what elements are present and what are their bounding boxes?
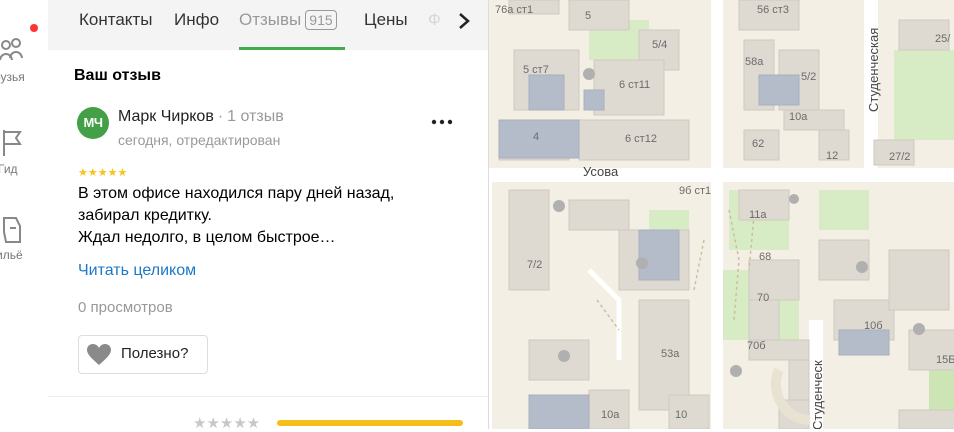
author-name[interactable]: Марк Чирков bbox=[118, 108, 214, 125]
reviews-count-badge: 915 bbox=[305, 10, 337, 30]
map-label: 10а bbox=[789, 111, 808, 123]
sidebar-item-label: ильё bbox=[0, 248, 23, 262]
map-label: 5 bbox=[585, 10, 592, 22]
section-title: Ваш отзыв bbox=[74, 67, 161, 84]
avatar[interactable]: МЧ bbox=[77, 107, 109, 139]
tab-reviews[interactable]: Отзывы 915 bbox=[239, 10, 337, 30]
review-text: В этом офисе находился пару дней назад, … bbox=[78, 183, 458, 249]
sidebar-item-label: Гид bbox=[0, 162, 18, 176]
street-label-studencheskaya: Студенческ bbox=[810, 360, 825, 429]
friends-icon bbox=[0, 38, 23, 61]
flag-icon bbox=[3, 130, 22, 156]
tab-prices[interactable]: Цены bbox=[364, 10, 408, 30]
sidebar-item-housing[interactable]: ильё bbox=[0, 214, 48, 274]
rating-bar bbox=[277, 420, 463, 426]
useful-label: Полезно? bbox=[121, 345, 189, 362]
map-label: 70 bbox=[757, 292, 770, 304]
map-label: 58а bbox=[745, 56, 764, 68]
tab-contacts[interactable]: Контакты bbox=[79, 10, 152, 30]
map-label: 6 ст12 bbox=[625, 133, 657, 145]
review-rating-stars: ★★★★★ bbox=[78, 167, 128, 179]
street-label-usova: Усова bbox=[583, 164, 619, 179]
author-review-count: 1 отзыв bbox=[227, 108, 284, 125]
map-label: 70б bbox=[747, 340, 766, 352]
map-label: 10б bbox=[864, 320, 883, 332]
review-author: Марк Чирков · 1 отзыв bbox=[118, 108, 284, 126]
active-tab-indicator bbox=[239, 47, 345, 50]
map-label: 62 bbox=[752, 138, 765, 150]
map-label: 53а bbox=[661, 348, 680, 360]
left-sidebar: рузья Гид ильё bbox=[0, 0, 49, 429]
more-options-icon[interactable] bbox=[428, 112, 456, 132]
heart-icon bbox=[87, 344, 111, 365]
street-label-studencheskaya: Студенческая bbox=[866, 27, 881, 112]
divider bbox=[48, 396, 488, 397]
review-text-line: В этом офисе находился пару дней назад, bbox=[78, 185, 395, 202]
map-label: 5 ст7 bbox=[523, 64, 549, 76]
map-label: 10а bbox=[601, 409, 620, 421]
tab-bar: Контакты Инфо Отзывы915 Цены Ф bbox=[48, 0, 488, 50]
map-label: 7/2 bbox=[527, 259, 543, 271]
tab-reviews-label: Отзывы bbox=[239, 10, 302, 29]
map-label: 25/ bbox=[935, 33, 951, 45]
notification-dot bbox=[30, 24, 38, 32]
map-label: 76а ст1 bbox=[495, 4, 534, 16]
map-label: 5/2 bbox=[801, 71, 817, 83]
review-date: сегодня, отредактирован bbox=[118, 132, 281, 148]
map-canvas bbox=[489, 0, 954, 429]
map-label: 9б ст1 bbox=[679, 185, 712, 197]
map[interactable]: 76а ст1 5 5/4 5 ст7 6 ст11 4 6 ст12 56 с… bbox=[488, 0, 954, 429]
sidebar-item-friends[interactable]: рузья bbox=[0, 36, 48, 96]
sidebar-item-guide[interactable]: Гид bbox=[0, 128, 48, 188]
review-panel: Контакты Инфо Отзывы915 Цены Ф Ваш отзыв… bbox=[48, 0, 488, 432]
map-label: 6 ст11 bbox=[619, 79, 651, 91]
map-label: 12 bbox=[826, 150, 839, 162]
map-label: 5/4 bbox=[652, 39, 668, 51]
read-more-link[interactable]: Читать целиком bbox=[78, 262, 196, 280]
map-label: 56 ст3 bbox=[757, 4, 789, 16]
views-count: 0 просмотров bbox=[78, 299, 173, 316]
useful-button[interactable]: Полезно? bbox=[78, 335, 208, 374]
author-separator: · bbox=[217, 108, 224, 125]
rating-input-stars[interactable]: ★★★★★ bbox=[193, 414, 260, 432]
map-label: 68 bbox=[759, 251, 772, 263]
map-label: 11а bbox=[749, 209, 767, 221]
hand-icon bbox=[3, 217, 21, 243]
map-label: 27/2 bbox=[889, 151, 911, 163]
map-label: 10 bbox=[675, 409, 688, 421]
review-text-line: забирал кредитку. bbox=[78, 207, 212, 224]
map-label: 15Б bbox=[936, 354, 954, 366]
sidebar-item-label: рузья bbox=[0, 70, 25, 84]
review-text-line: Ждал недолго, в целом быстрое… bbox=[78, 229, 336, 246]
map-label: 4 bbox=[533, 131, 540, 143]
chevron-right-icon[interactable] bbox=[453, 10, 475, 32]
tab-info[interactable]: Инфо bbox=[174, 10, 219, 30]
